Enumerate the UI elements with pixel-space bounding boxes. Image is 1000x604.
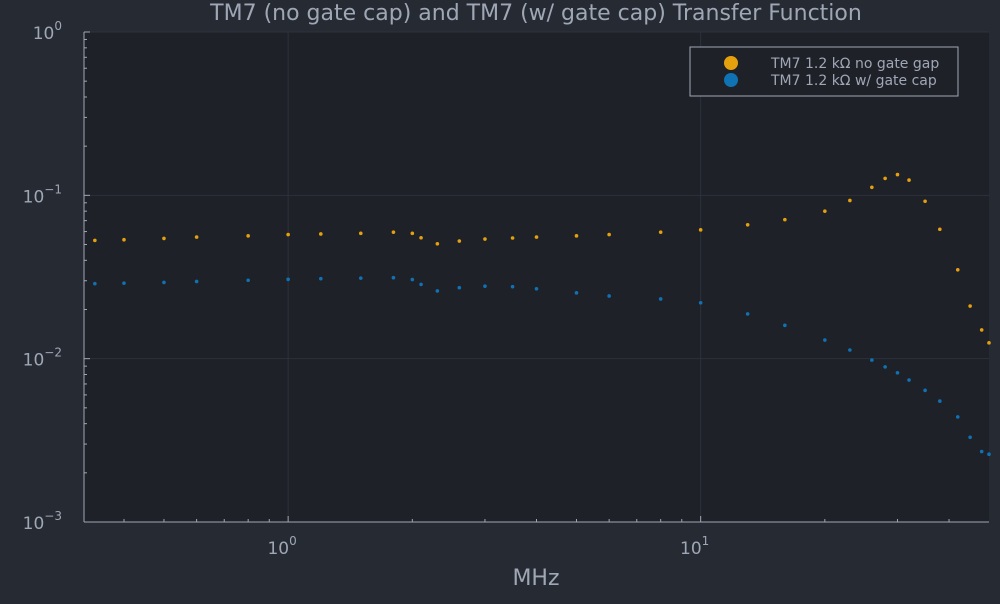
data-point (194, 279, 199, 284)
data-point (848, 348, 852, 352)
y-tick-exponent: 0 (54, 19, 62, 33)
data-point (162, 280, 166, 285)
data-point (246, 234, 250, 238)
data-point (979, 328, 984, 332)
legend-label: TM7 1.2 kΩ w/ gate cap (770, 73, 937, 89)
data-point (162, 236, 166, 241)
data-point (698, 228, 703, 232)
data-point (870, 358, 874, 362)
data-point (987, 341, 991, 345)
data-point (895, 172, 900, 177)
data-point (510, 284, 515, 289)
data-point (457, 239, 462, 243)
data-point (574, 234, 579, 238)
legend: TM7 1.2 kΩ no gate gapTM7 1.2 kΩ w/ gate… (689, 46, 959, 97)
x-tick-label: 100 (267, 534, 296, 559)
y-tick-label: 10−2 (23, 346, 62, 371)
data-point (574, 291, 579, 295)
data-point (435, 289, 440, 293)
data-point (391, 275, 396, 280)
data-point (419, 235, 423, 240)
data-point (907, 378, 911, 382)
data-point (510, 236, 515, 240)
data-point (923, 199, 927, 204)
legend-marker (724, 56, 738, 70)
data-point (698, 300, 703, 305)
data-point (358, 231, 363, 236)
data-point (783, 217, 787, 222)
legend-marker (724, 73, 738, 87)
data-point (745, 312, 750, 316)
y-tick-exponent: −2 (44, 346, 62, 360)
data-point (246, 278, 250, 283)
y-tick-exponent: −1 (44, 182, 62, 196)
data-point (883, 176, 887, 181)
y-tick-exponent: −3 (44, 509, 62, 523)
data-point (483, 284, 487, 288)
data-point (534, 235, 539, 239)
data-point (907, 178, 911, 182)
data-point (938, 399, 942, 403)
data-point (483, 237, 487, 241)
chart-container: 100 10−1 10−2 10−3 100 101 TM7 (no gate cap) … (0, 0, 1000, 600)
data-point (391, 230, 396, 234)
data-point (607, 232, 611, 237)
data-point (968, 304, 972, 308)
plot-area (84, 32, 989, 522)
data-point (923, 388, 927, 393)
data-point (410, 277, 415, 282)
data-point (823, 209, 827, 213)
data-point (895, 370, 900, 375)
data-point (319, 232, 323, 236)
x-tick-exponent: 1 (702, 534, 710, 548)
data-point (122, 281, 126, 285)
data-point (979, 449, 984, 454)
x-tick-label: 101 (680, 534, 709, 559)
y-tick-label: 100 (33, 19, 62, 44)
legend-label: TM7 1.2 kΩ no gate gap (770, 56, 939, 72)
data-point (955, 268, 960, 272)
transfer-function-chart: 10010−110−210−3100 101 TM7 (no gate cap) … (23, 1, 991, 591)
data-point (457, 285, 462, 290)
data-point (968, 435, 972, 440)
data-point (823, 338, 827, 342)
data-point (848, 198, 852, 203)
data-point (607, 294, 611, 298)
data-point (93, 238, 97, 243)
x-axis-label: MHz (512, 566, 559, 591)
data-point (93, 281, 97, 286)
data-point (410, 231, 415, 236)
data-point (745, 223, 750, 227)
data-point (987, 452, 991, 457)
data-point (286, 232, 290, 237)
data-point (883, 365, 887, 369)
data-point (319, 276, 323, 281)
chart-title: TM7 (no gate cap) and TM7 (w/ gate cap) … (209, 1, 862, 26)
data-point (955, 415, 960, 419)
data-point (938, 227, 942, 232)
data-point (658, 230, 663, 234)
data-point (534, 286, 539, 291)
data-point (194, 235, 199, 239)
x-tick-exponent: 0 (289, 534, 297, 548)
data-point (358, 276, 363, 280)
data-point (286, 277, 290, 282)
y-tick-label: 10−3 (23, 509, 62, 534)
data-point (122, 237, 126, 242)
data-point (419, 282, 423, 287)
data-point (783, 323, 787, 328)
data-point (870, 185, 874, 190)
y-tick-label: 10−1 (23, 182, 62, 207)
data-point (658, 297, 663, 301)
data-point (435, 242, 440, 246)
